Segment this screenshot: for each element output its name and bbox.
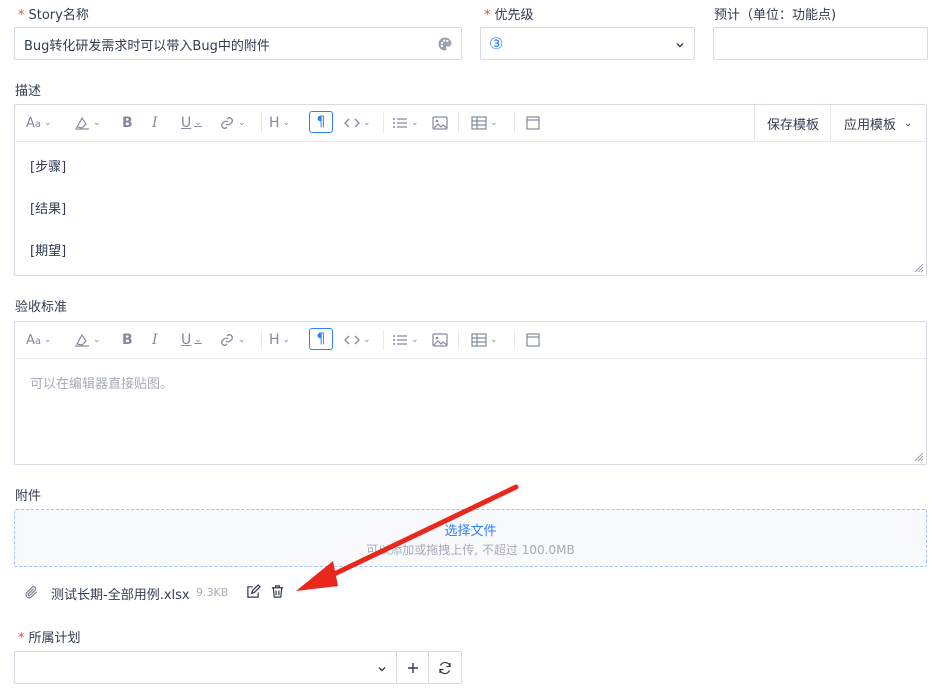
table-icon[interactable]: ⌄ [471, 114, 498, 132]
acceptance-toolbar: Aa ⌄ ⌄ B I U ⌄ ⌄ H ⌄ ¶ ⌄ ⌄ ⌄ [15, 322, 926, 359]
acceptance-placeholder: 可以在编辑器直接贴图。 [30, 377, 174, 392]
description-line: [期望] [30, 244, 67, 259]
plan-select[interactable] [14, 651, 397, 684]
toolbar-divider [830, 105, 831, 141]
toolbar-divider [383, 113, 384, 133]
code-icon[interactable]: ⌄ [344, 114, 371, 132]
chevron-down-icon [377, 663, 387, 678]
italic-icon[interactable]: I [152, 331, 158, 349]
font-icon[interactable]: Aa ⌄ [26, 331, 52, 349]
description-line: [步骤] [30, 160, 67, 175]
story-name-input[interactable]: Bug转化研发需求时可以带入Bug中的附件 [14, 27, 462, 60]
acceptance-label: 验收标准 [15, 300, 68, 315]
estimate-label: 预计（单位：功能点) [714, 8, 837, 23]
paperclip-icon [24, 585, 39, 604]
acceptance-editor[interactable]: Aa ⌄ ⌄ B I U ⌄ ⌄ H ⌄ ¶ ⌄ ⌄ ⌄ 可以在编辑器直接贴图。 [14, 321, 927, 465]
estimate-input[interactable] [713, 27, 928, 60]
apply-template-button[interactable]: 应用模板 ⌄ [832, 105, 924, 141]
image-icon[interactable] [432, 114, 448, 132]
heading-icon[interactable]: H ⌄ [269, 114, 290, 132]
priority-select[interactable]: ③ [480, 27, 695, 60]
paragraph-icon[interactable]: ¶ [309, 328, 333, 350]
toolbar-divider [458, 113, 459, 133]
file-dropzone[interactable]: 选择文件 可以添加或拖拽上传, 不超过 100.0MB [14, 509, 927, 567]
bold-icon[interactable]: B [122, 331, 133, 349]
chevron-down-icon: ⌄ [904, 117, 913, 129]
paint-icon[interactable]: ⌄ [74, 331, 101, 349]
list-icon[interactable]: ⌄ [392, 114, 419, 132]
toolbar-divider [514, 330, 515, 350]
attachments-label: 附件 [15, 489, 42, 504]
story-name-value: Bug转化研发需求时可以带入Bug中的附件 [24, 39, 270, 54]
underline-icon[interactable]: U ⌄ [181, 114, 202, 132]
refresh-plan-button[interactable] [428, 651, 462, 684]
priority-value: ③ [489, 34, 504, 53]
italic-icon[interactable]: I [152, 114, 158, 132]
description-toolbar: Aa ⌄ ⌄ B I U ⌄ ⌄ H ⌄ ¶ ⌄ ⌄ ⌄ 保存模板 应用模板 ⌄ [15, 105, 926, 142]
add-plan-button[interactable] [396, 651, 429, 684]
palette-icon[interactable] [437, 36, 453, 56]
link-icon[interactable]: ⌄ [219, 331, 246, 349]
attachment-filename[interactable]: 测试长期-全部用例.xlsx [51, 584, 190, 603]
paint-icon[interactable]: ⌄ [74, 114, 101, 132]
chevron-down-icon [675, 39, 685, 54]
underline-icon[interactable]: U ⌄ [181, 331, 202, 349]
toolbar-divider [261, 330, 262, 350]
description-editor[interactable]: Aa ⌄ ⌄ B I U ⌄ ⌄ H ⌄ ¶ ⌄ ⌄ ⌄ 保存模板 应用模板 ⌄ [步骤… [14, 104, 927, 276]
toolbar-divider [261, 113, 262, 133]
code-icon[interactable]: ⌄ [344, 331, 371, 349]
description-label: 描述 [15, 84, 42, 99]
table-icon[interactable]: ⌄ [471, 331, 498, 349]
apply-template-label: 应用模板 [844, 117, 897, 133]
window-icon[interactable] [526, 114, 540, 132]
window-icon[interactable] [526, 331, 540, 349]
font-icon[interactable]: Aa ⌄ [26, 114, 52, 132]
paragraph-icon[interactable]: ¶ [309, 111, 333, 133]
attachment-size: 9.3KB [196, 586, 229, 599]
link-icon[interactable]: ⌄ [219, 114, 246, 132]
trash-icon[interactable] [270, 584, 285, 603]
list-icon[interactable]: ⌄ [392, 331, 419, 349]
upload-hint: 可以添加或拖拽上传, 不超过 100.0MB [366, 543, 575, 557]
edit-icon[interactable] [246, 584, 261, 603]
heading-icon[interactable]: H ⌄ [269, 331, 290, 349]
refresh-icon [439, 661, 451, 674]
toolbar-divider [458, 330, 459, 350]
toolbar-divider [514, 113, 515, 133]
select-file-link[interactable]: 选择文件 [15, 520, 926, 539]
resize-handle-icon[interactable] [914, 452, 924, 462]
bold-icon[interactable]: B [122, 114, 133, 132]
story-name-label: * Story名称 [18, 8, 89, 23]
plan-label: * 所属计划 [18, 631, 81, 646]
resize-handle-icon[interactable] [914, 263, 924, 273]
toolbar-divider [383, 330, 384, 350]
priority-label: * 优先级 [484, 8, 534, 23]
save-template-button[interactable]: 保存模板 [755, 105, 831, 141]
plus-icon [407, 662, 418, 673]
image-icon[interactable] [432, 331, 448, 349]
description-line: [结果] [30, 202, 67, 217]
